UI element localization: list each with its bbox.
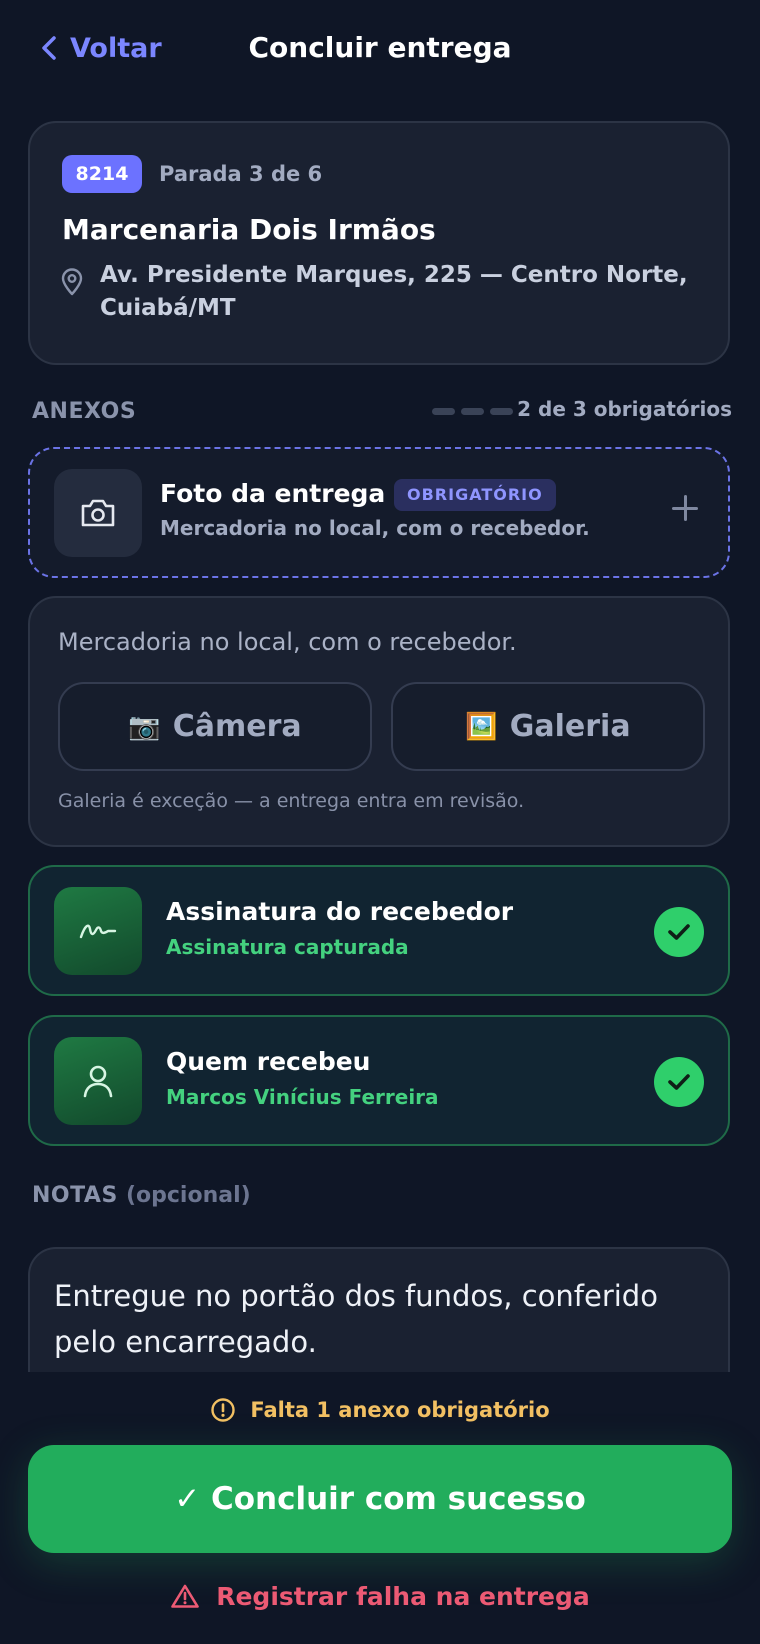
receiver-attachment-card[interactable]: Quem recebeu Marcos Vinícius Ferreira <box>28 1015 730 1146</box>
alert-circle-icon <box>211 1398 236 1422</box>
progress-segment <box>432 408 455 415</box>
photo-attachment-card[interactable]: Foto da entrega OBRIGATÓRIO Mercadoria n… <box>28 447 730 578</box>
stop-card: 8214 Parada 3 de 6 Marcenaria Dois Irmão… <box>28 121 730 365</box>
source-hint: Mercadoria no local, com o recebedor. <box>58 628 517 656</box>
progress-segment <box>490 408 513 415</box>
signature-attachment-card[interactable]: Assinatura do recebedor Assinatura captu… <box>28 865 730 996</box>
fail-label: Registrar falha na entrega <box>216 1581 590 1611</box>
gallery-emoji-icon: 🖼️ <box>465 711 498 742</box>
map-pin-icon <box>61 268 83 296</box>
stop-name: Marcenaria Dois Irmãos <box>62 213 436 246</box>
stop-address: Av. Presidente Marques, 225 — Centro Nor… <box>100 262 688 321</box>
back-label: Voltar <box>70 32 162 64</box>
notes-section-title: NOTAS (opcional) <box>32 1183 251 1208</box>
person-icon <box>83 1065 113 1098</box>
photo-source-card: Mercadoria no local, com o recebedor. 📷 … <box>28 596 730 847</box>
register-failure-button[interactable]: Registrar falha na entrega <box>0 1576 760 1616</box>
camera-icon-box <box>54 469 142 557</box>
notes-text: Entregue no portão dos fundos, conferido… <box>54 1279 658 1359</box>
chevron-left-icon <box>42 36 56 60</box>
camera-icon <box>81 499 115 527</box>
stop-code-badge: 8214 <box>62 155 142 193</box>
photo-title: Foto da entrega <box>160 479 386 508</box>
receiver-name: Marcos Vinícius Ferreira <box>166 1085 439 1109</box>
attachments-section-title: ANEXOS <box>32 399 137 424</box>
required-progress-text: 2 de 3 obrigatórios <box>517 397 732 421</box>
required-progress-indicator <box>432 408 513 415</box>
camera-button[interactable]: 📷 Câmera <box>58 682 372 771</box>
check-icon <box>654 907 704 957</box>
check-icon <box>654 1057 704 1107</box>
signature-icon-box <box>54 887 142 975</box>
complete-success-button[interactable]: ✓ Concluir com sucesso <box>28 1445 732 1553</box>
gallery-button-label: Galeria <box>509 709 631 744</box>
back-button[interactable]: Voltar <box>40 28 162 68</box>
photo-subtitle: Mercadoria no local, com o recebedor. <box>160 516 590 540</box>
receiver-title: Quem recebeu <box>166 1047 371 1076</box>
signature-subtitle: Assinatura capturada <box>166 935 409 959</box>
signature-icon <box>79 924 117 939</box>
camera-emoji-icon: 📷 <box>128 711 161 742</box>
gallery-button[interactable]: 🖼️ Galeria <box>391 682 705 771</box>
missing-attachment-warning: Falta 1 anexo obrigatório <box>0 1391 760 1429</box>
notes-title: NOTAS <box>32 1183 118 1208</box>
notes-optional-label: (opcional) <box>125 1183 251 1208</box>
plus-icon[interactable] <box>670 493 700 523</box>
person-icon-box <box>54 1037 142 1125</box>
warning-text: Falta 1 anexo obrigatório <box>250 1398 550 1422</box>
stop-position: Parada 3 de 6 <box>159 162 323 186</box>
signature-title: Assinatura do recebedor <box>166 897 514 926</box>
warning-triangle-icon <box>171 1584 200 1608</box>
required-badge: OBRIGATÓRIO <box>394 479 556 511</box>
camera-button-label: Câmera <box>172 709 302 744</box>
progress-segment <box>461 408 484 415</box>
gallery-exception-note: Galeria é exceção — a entrega entra em r… <box>58 790 525 812</box>
